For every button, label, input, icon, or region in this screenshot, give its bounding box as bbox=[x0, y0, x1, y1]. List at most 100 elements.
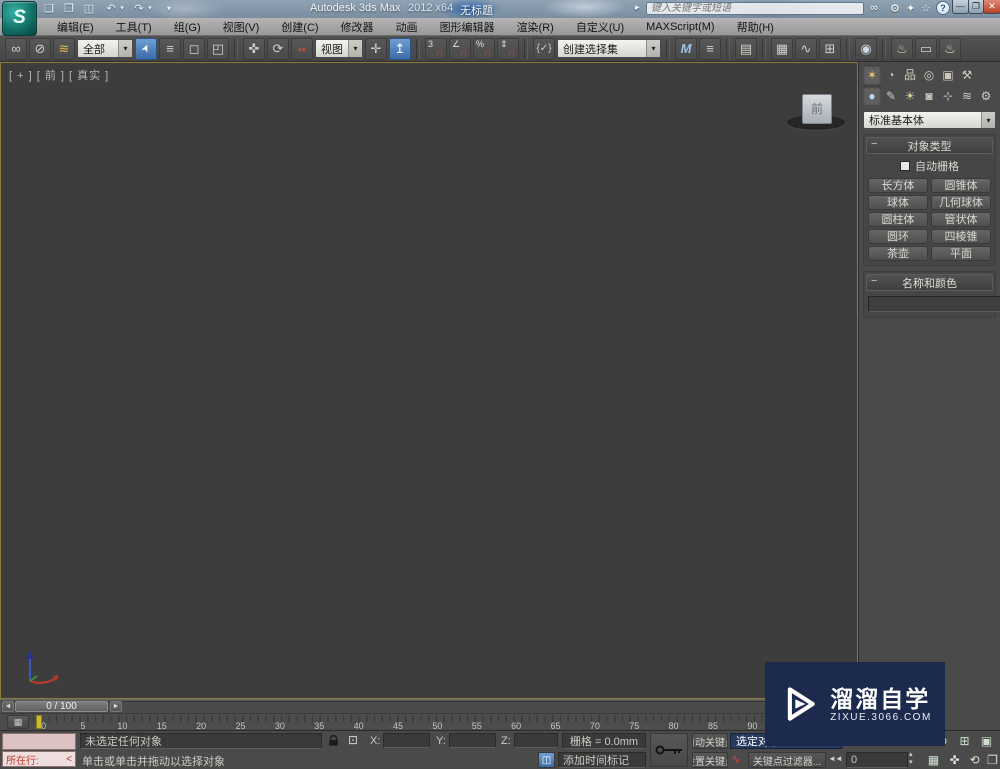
search-input[interactable] bbox=[646, 2, 864, 15]
collapse-icon[interactable]: − bbox=[871, 138, 877, 150]
tab-utilities-icon[interactable]: ⚒ bbox=[958, 65, 976, 84]
maxscript-mini-listener[interactable] bbox=[2, 733, 76, 750]
favorites-star-icon[interactable]: ☆ bbox=[921, 2, 931, 15]
select-and-manipulate-icon[interactable]: ✛ bbox=[365, 37, 387, 60]
align-icon[interactable]: ≡ bbox=[699, 37, 721, 60]
selection-filter-dropdown[interactable]: 全部 ▾ bbox=[77, 39, 133, 58]
layer-manager-icon[interactable]: ▤ bbox=[735, 37, 757, 60]
bind-to-space-warp-icon[interactable]: ≋ bbox=[53, 37, 75, 60]
object-type-rollout-header[interactable]: − 对象类型 bbox=[866, 137, 993, 154]
sphere-button[interactable]: 球体 bbox=[868, 195, 928, 210]
edit-named-selection-sets-icon[interactable]: {✓} bbox=[533, 37, 555, 60]
torus-button[interactable]: 圆环 bbox=[868, 229, 928, 244]
select-by-name-icon[interactable]: ≡ bbox=[159, 37, 181, 60]
listener-expand-icon[interactable]: < bbox=[66, 754, 72, 765]
menu-create[interactable]: 创建(C) bbox=[270, 19, 329, 35]
category-space-warps-icon[interactable]: ≋ bbox=[958, 86, 976, 105]
schematic-view-icon[interactable]: ⊞ bbox=[819, 37, 841, 60]
window-crossing-icon[interactable]: ◰ bbox=[207, 37, 229, 60]
angle-snap-toggle-icon[interactable]: ∠ ∩ bbox=[449, 37, 471, 60]
quick-access-more-icon[interactable]: ▾ bbox=[160, 4, 178, 13]
z-coordinate-field[interactable] bbox=[514, 733, 558, 748]
application-logo-button[interactable]: S bbox=[2, 1, 37, 36]
category-systems-icon[interactable]: ⚙ bbox=[977, 86, 995, 105]
select-and-rotate-icon[interactable]: ⟳ bbox=[267, 37, 289, 60]
mirror-icon[interactable]: M bbox=[675, 37, 697, 60]
menu-maxscript[interactable]: MAXScript(M) bbox=[635, 21, 725, 33]
key-filters-button[interactable]: 关键点过滤器... bbox=[748, 752, 826, 768]
select-and-scale-icon[interactable]: ▴▴ bbox=[291, 37, 313, 60]
percent-snap-toggle-icon[interactable]: % ∩ bbox=[473, 37, 495, 60]
tab-modify-icon[interactable]: ◔ bbox=[882, 65, 900, 84]
x-coordinate-field[interactable] bbox=[383, 733, 430, 748]
selection-lock-icon[interactable] bbox=[328, 734, 339, 752]
undo-dropdown-icon[interactable]: ▾ bbox=[118, 4, 126, 12]
primitive-category-dropdown[interactable]: 标准基本体 ▾ bbox=[863, 111, 996, 129]
new-file-icon[interactable]: ❏ bbox=[40, 2, 58, 15]
new-key-curve-icon[interactable]: ∿ bbox=[731, 752, 741, 766]
select-object-icon[interactable]: ➤ bbox=[135, 37, 157, 60]
communication-center-icon[interactable]: ∞ bbox=[870, 2, 878, 14]
maxscript-listener-line[interactable]: 所在行: < bbox=[2, 751, 76, 767]
material-editor-icon[interactable]: ◉ bbox=[855, 37, 877, 60]
collapse-icon[interactable]: − bbox=[871, 275, 877, 287]
orbit-icon[interactable]: ⟲ bbox=[966, 752, 983, 768]
y-coordinate-field[interactable] bbox=[449, 733, 496, 748]
isolate-selection-icon[interactable]: ◫ bbox=[538, 752, 555, 768]
set-keys-button[interactable] bbox=[650, 733, 688, 767]
snap-toggle-3d-icon[interactable]: 3 ∩ bbox=[425, 37, 447, 60]
viewport-label[interactable]: [ + ] [ 前 ] [ 真实 ] bbox=[9, 67, 109, 83]
close-button[interactable]: ✕ bbox=[983, 0, 1000, 14]
tab-create-icon[interactable]: ✶ bbox=[863, 65, 881, 84]
help-icon[interactable]: ? bbox=[936, 1, 950, 15]
dropdown-arrow-icon[interactable]: ▾ bbox=[981, 112, 995, 128]
maximize-button[interactable]: ❐ bbox=[968, 0, 984, 14]
viewport-front[interactable]: [ + ] [ 前 ] [ 真实 ] 前 bbox=[0, 62, 858, 699]
rectangular-selection-region-icon[interactable]: ◻ bbox=[183, 37, 205, 60]
select-and-move-icon[interactable]: ✜ bbox=[243, 37, 265, 60]
box-button[interactable]: 长方体 bbox=[868, 178, 928, 193]
render-setup-icon[interactable]: ♨ bbox=[891, 37, 913, 60]
object-name-input[interactable] bbox=[868, 296, 1000, 312]
current-frame-field[interactable]: 0 bbox=[846, 752, 908, 768]
cylinder-button[interactable]: 圆柱体 bbox=[868, 212, 928, 227]
menu-group[interactable]: 组(G) bbox=[163, 19, 212, 35]
tab-display-icon[interactable]: ▣ bbox=[939, 65, 957, 84]
name-color-rollout-header[interactable]: − 名称和颜色 bbox=[866, 274, 993, 291]
menu-modifiers[interactable]: 修改器 bbox=[330, 19, 385, 35]
tube-button[interactable]: 管状体 bbox=[931, 212, 991, 227]
time-slider-handle[interactable]: 0 / 100 bbox=[15, 701, 108, 712]
unlink-selection-icon[interactable]: ⊘ bbox=[29, 37, 51, 60]
geosphere-button[interactable]: 几何球体 bbox=[931, 195, 991, 210]
menu-edit[interactable]: 编辑(E) bbox=[46, 19, 105, 35]
pyramid-button[interactable]: 四棱锥 bbox=[931, 229, 991, 244]
select-and-link-icon[interactable]: ∞ bbox=[5, 37, 27, 60]
maximize-viewport-toggle-icon[interactable]: ❐ bbox=[984, 752, 1000, 768]
zoom-all-icon[interactable]: ⊞ bbox=[956, 733, 973, 749]
frame-spinner[interactable]: ▴ ▾ bbox=[909, 751, 913, 767]
set-key-button[interactable]: 设置关键点 bbox=[692, 752, 728, 768]
spinner-snap-toggle-icon[interactable]: ⇕ ∩ bbox=[497, 37, 519, 60]
menu-animation[interactable]: 动画 bbox=[385, 19, 429, 35]
teapot-button[interactable]: 茶壶 bbox=[868, 246, 928, 261]
category-geometry-icon[interactable]: ● bbox=[863, 86, 881, 105]
go-to-start-icon[interactable]: ◄◄ bbox=[828, 754, 843, 763]
use-pivot-point-center-icon[interactable]: ↥ bbox=[389, 37, 411, 60]
absolute-offset-mode-icon[interactable]: ⊡ bbox=[348, 733, 358, 747]
time-slider-next-icon[interactable]: ► bbox=[110, 701, 122, 712]
rendered-frame-window-icon[interactable]: ▭ bbox=[915, 37, 937, 60]
dropdown-arrow-icon[interactable]: ▾ bbox=[118, 40, 132, 57]
open-file-icon[interactable]: ❒ bbox=[60, 2, 78, 15]
add-time-tag[interactable]: 添加时间标记 bbox=[558, 752, 646, 768]
menu-views[interactable]: 视图(V) bbox=[212, 19, 271, 35]
search-go-icon[interactable]: ▸ bbox=[635, 2, 640, 13]
viewcube[interactable]: 前 bbox=[802, 94, 832, 124]
menu-graph-editors[interactable]: 图形编辑器 bbox=[429, 19, 506, 35]
auto-key-button[interactable]: 自动关键点 bbox=[692, 733, 728, 749]
time-slider-prev-icon[interactable]: ◄ bbox=[2, 701, 14, 712]
reference-coordinate-dropdown[interactable]: 视图 ▾ bbox=[315, 39, 363, 58]
cone-button[interactable]: 圆锥体 bbox=[931, 178, 991, 193]
graphite-modeling-tools-icon[interactable]: ▦ bbox=[771, 37, 793, 60]
menu-rendering[interactable]: 渲染(R) bbox=[506, 19, 565, 35]
named-selection-set-dropdown[interactable]: 创建选择集 ▾ bbox=[557, 39, 661, 58]
